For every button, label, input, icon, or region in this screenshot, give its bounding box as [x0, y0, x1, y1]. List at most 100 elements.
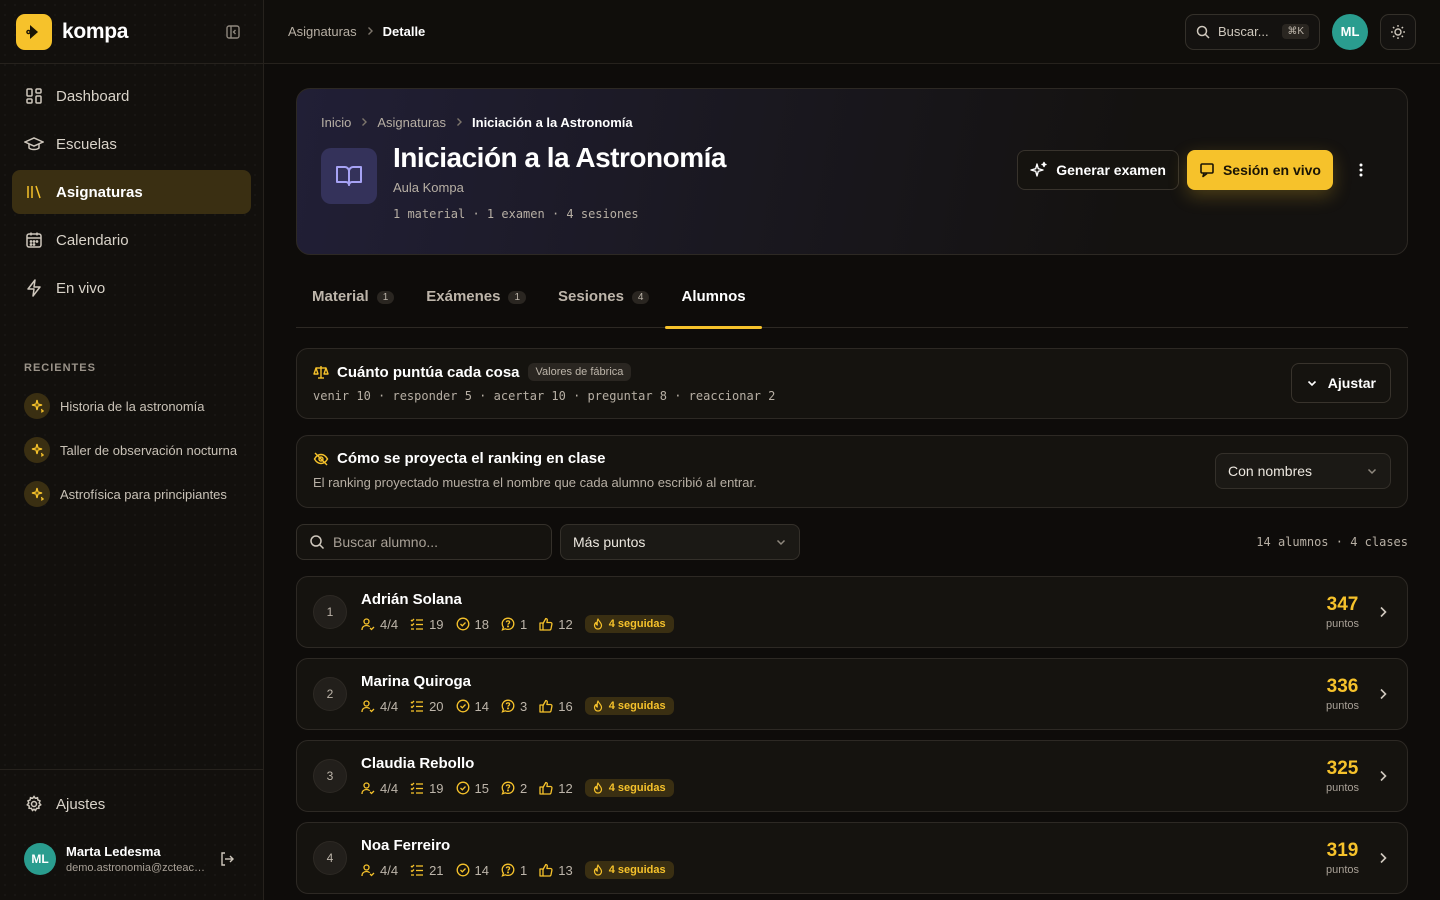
theme-toggle-button[interactable]	[1380, 13, 1416, 50]
student-points: 325 puntos	[1326, 758, 1359, 794]
chevron-right-icon[interactable]	[1375, 604, 1391, 620]
flame-icon	[593, 864, 609, 876]
points-label: puntos	[1325, 618, 1359, 630]
attendance-stat: 4/4	[361, 781, 398, 796]
questions-stat: 3	[501, 699, 527, 714]
user-profile[interactable]: ML Marta Ledesma demo.astronomia@zcteach…	[0, 828, 263, 890]
user-check-icon	[361, 863, 380, 877]
thumbs-up-icon	[539, 863, 558, 877]
nav-item-escuelas[interactable]: Escuelas	[12, 122, 251, 166]
chevron-right-icon	[454, 115, 464, 130]
live-session-button[interactable]: Sesión en vivo	[1186, 150, 1333, 190]
student-info: Adrián Solana 4/4 19 18 1 12 4 seguidas	[361, 591, 674, 633]
sidebar-footer: Ajustes ML Marta Ledesma demo.astronomia…	[0, 769, 263, 900]
recent-item[interactable]: Historia de la astronomía	[12, 384, 251, 428]
breadcrumb: Asignaturas Detalle	[288, 24, 425, 39]
student-row[interactable]: 1 Adrián Solana 4/4 19 18 1 12 4 seguida…	[296, 576, 1408, 648]
student-row[interactable]: 3 Claudia Rebollo 4/4 19 15 2 12 4 segui…	[296, 740, 1408, 812]
student-filters: Más puntos 14 alumnos · 4 clases	[296, 524, 1408, 560]
user-check-icon	[361, 617, 380, 631]
sort-select[interactable]: Más puntos	[560, 524, 800, 560]
breadcrumb-current: Iniciación a la Astronomía	[472, 115, 633, 130]
nav-item-en-vivo[interactable]: En vivo	[12, 266, 251, 310]
streak-value: 4 seguidas	[608, 782, 666, 794]
more-options-icon[interactable]	[1345, 154, 1377, 186]
points-label: puntos	[1325, 864, 1359, 876]
correct-stat: 15	[456, 781, 489, 796]
breadcrumb-item[interactable]: Inicio	[321, 115, 351, 130]
chevron-right-icon	[365, 24, 375, 39]
student-search	[296, 524, 552, 560]
correct-value: 18	[474, 616, 490, 632]
chevron-down-icon	[1366, 465, 1378, 477]
chevron-right-icon[interactable]	[1375, 686, 1391, 702]
projection-mode-select[interactable]: Con nombres	[1215, 453, 1391, 489]
attendance-value: 4/4	[380, 780, 399, 796]
question-bubble-icon	[501, 863, 520, 877]
user-info: Marta Ledesma demo.astronomia@zcteacher.…	[66, 844, 206, 874]
nav-item-asignaturas[interactable]: Asignaturas	[12, 170, 251, 214]
student-row[interactable]: 2 Marina Quiroga 4/4 20 14 3 16 4 seguid…	[296, 658, 1408, 730]
reactions-stat: 16	[539, 698, 573, 714]
answers-stat: 19	[410, 780, 444, 796]
generate-exam-button[interactable]: Generar examen	[1017, 150, 1179, 190]
chevron-right-icon[interactable]	[1375, 850, 1391, 866]
attendance-value: 4/4	[380, 698, 399, 714]
nav-item-dashboard[interactable]: Dashboard	[12, 74, 251, 118]
nav-item-calendario[interactable]: Calendario	[12, 218, 251, 262]
recent-item[interactable]: Taller de observación nocturna	[12, 428, 251, 472]
student-info: Claudia Rebollo 4/4 19 15 2 12 4 seguida…	[361, 755, 674, 797]
attendance-stat: 4/4	[361, 617, 398, 632]
student-search-input[interactable]	[333, 534, 533, 550]
collapse-sidebar-icon[interactable]	[219, 18, 247, 46]
search-label: Buscar...	[1218, 24, 1269, 39]
nav-item-ajustes[interactable]: Ajustes	[0, 780, 263, 828]
answers-value: 20	[429, 698, 444, 714]
streak-badge: 4 seguidas	[584, 779, 674, 797]
page-title: Iniciación a la Astronomía	[393, 142, 726, 173]
questions-stat: 1	[501, 617, 527, 632]
scale-icon	[313, 364, 337, 380]
kompa-logo-icon[interactable]	[16, 13, 52, 50]
student-info: Marina Quiroga 4/4 20 14 3 16 4 seguidas	[361, 673, 674, 715]
graduation-cap-icon	[24, 134, 44, 154]
student-row[interactable]: 4 Noa Ferreiro 4/4 21 14 1 13 4 seguidas…	[296, 822, 1408, 894]
live-session-label: Sesión en vivo	[1222, 162, 1321, 178]
tab-material[interactable]: Material 1	[296, 288, 410, 328]
reactions-value: 16	[558, 698, 573, 714]
sparkles-icon	[1030, 161, 1056, 179]
subject-meta: 1 material · 1 examen · 4 sesiones	[393, 207, 639, 221]
student-stats: 4/4 19 15 2 12 4 seguidas	[361, 779, 674, 797]
brand-name[interactable]: kompa	[62, 20, 128, 44]
flame-icon	[593, 618, 609, 630]
sparkle-icon	[24, 393, 50, 419]
logout-icon[interactable]	[215, 847, 239, 871]
breadcrumb-current: Detalle	[382, 24, 426, 39]
answers-stat: 20	[410, 698, 444, 714]
check-circle-icon	[456, 617, 475, 631]
tab-sesiones[interactable]: Sesiones 4	[542, 288, 665, 328]
global-search-button[interactable]: Buscar... ⌘K	[1185, 13, 1320, 50]
questions-value: 1	[520, 616, 528, 632]
chevron-down-icon	[775, 536, 787, 548]
student-name: Marina Quiroga	[361, 673, 472, 690]
recent-item-label: Historia de la astronomía	[60, 398, 205, 414]
answers-value: 19	[429, 780, 444, 796]
chevron-right-icon[interactable]	[1375, 768, 1391, 784]
adjust-button[interactable]: Ajustar	[1290, 363, 1391, 403]
defaults-badge: Valores de fábrica	[527, 363, 632, 381]
tab-alumnos[interactable]: Alumnos	[665, 288, 762, 329]
streak-value: 4 seguidas	[608, 864, 666, 876]
streak-badge: 4 seguidas	[584, 615, 674, 633]
user-avatar-button[interactable]: ML	[1332, 13, 1368, 50]
tab-examenes[interactable]: Exámenes 1	[410, 288, 542, 328]
recent-item[interactable]: Astrofísica para principiantes	[12, 472, 251, 516]
points-value: 325	[1326, 758, 1359, 779]
breadcrumb-item[interactable]: Asignaturas	[288, 24, 357, 39]
recent-section-label: RECIENTES	[24, 362, 96, 374]
breadcrumb-item[interactable]: Asignaturas	[377, 115, 446, 130]
topbar-actions: Buscar... ⌘K ML	[1185, 13, 1416, 50]
sun-icon	[1390, 24, 1406, 40]
questions-value: 3	[520, 698, 528, 714]
avatar: ML	[24, 843, 56, 875]
